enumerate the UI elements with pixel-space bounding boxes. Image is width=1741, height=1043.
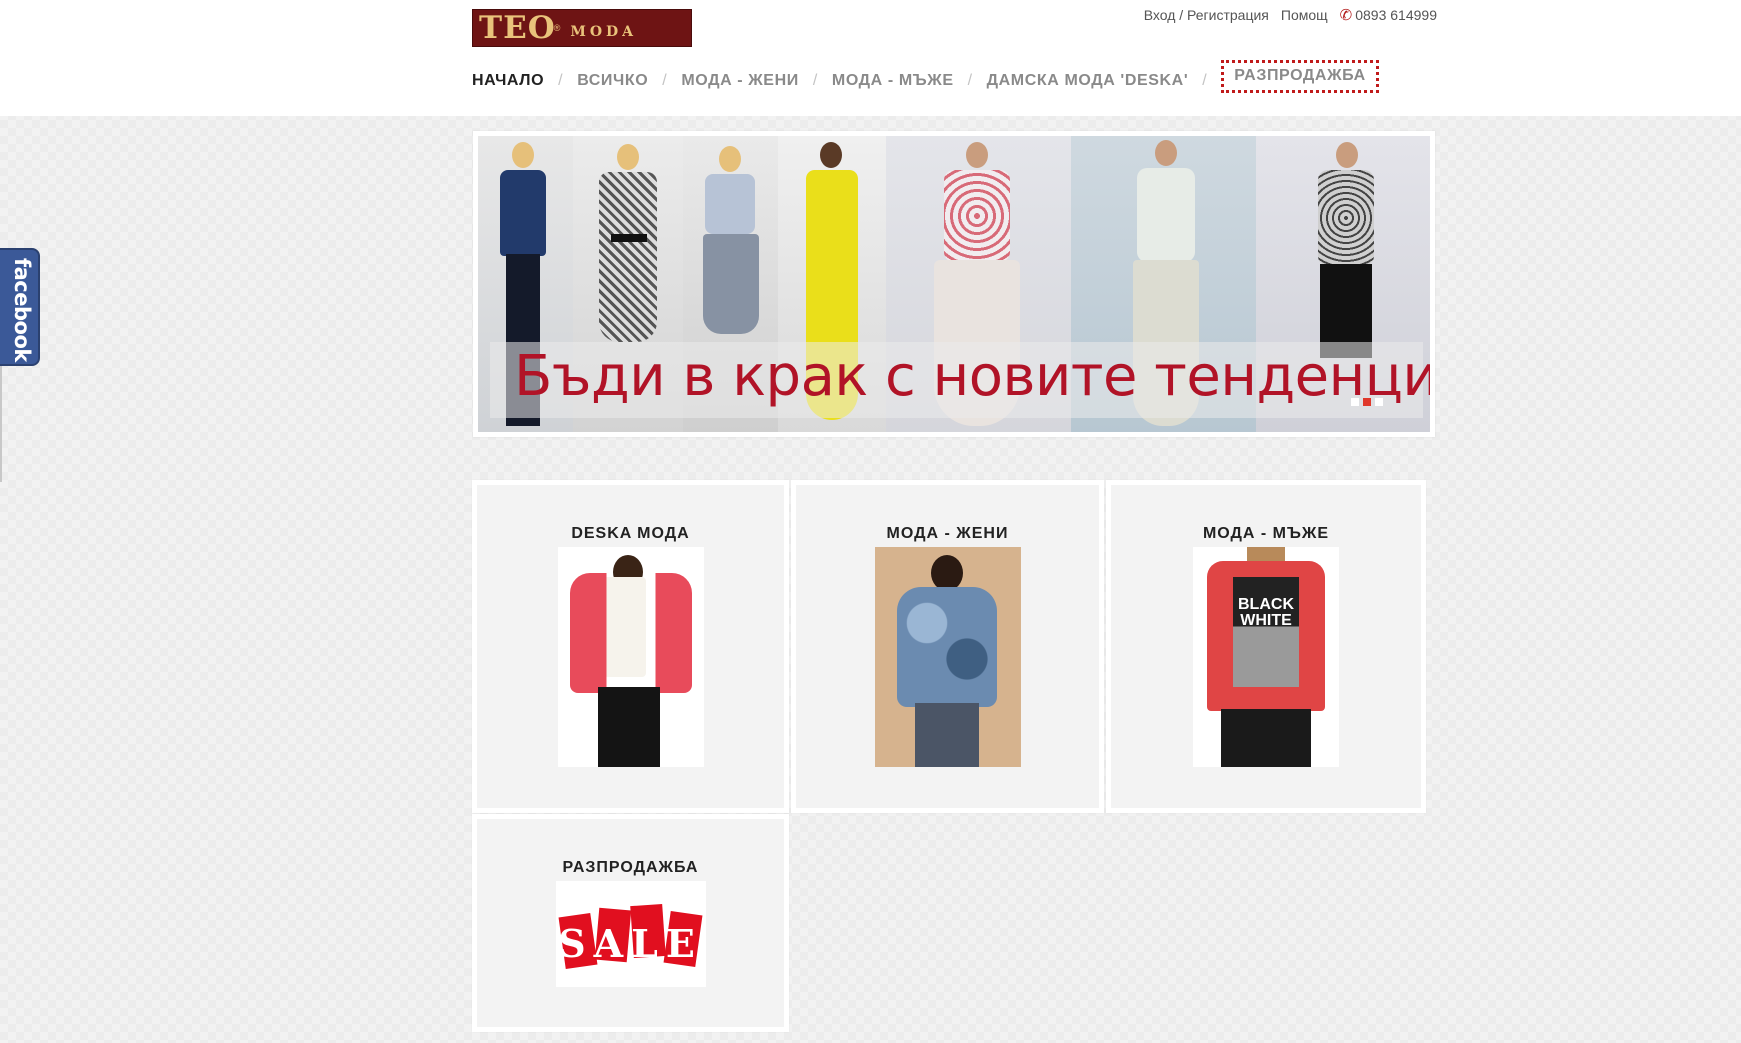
main-nav: НАЧАЛО / ВСИЧКО / МОДА - ЖЕНИ / МОДА - М…: [472, 60, 1379, 93]
tshirt-print-line1: BLACK: [1238, 596, 1294, 613]
nav-separator: /: [558, 71, 564, 89]
category-title: МОДА - МЪЖЕ: [1202, 525, 1330, 542]
slide-dot-active[interactable]: [1363, 398, 1371, 406]
sale-label: SALE: [558, 921, 703, 966]
facebook-tab[interactable]: facebook: [0, 248, 40, 366]
phone-number: 0893 614999: [1355, 7, 1437, 23]
category-card-sale[interactable]: РАЗПРОДАЖБА SALE: [472, 814, 789, 1032]
nav-separator: /: [1202, 71, 1208, 89]
logo-sub-text: MODA: [570, 24, 638, 40]
facebook-label: facebook: [10, 258, 34, 362]
category-image-sale-tags[interactable]: SALE: [555, 881, 706, 987]
site-header: TEO ® MODA Вход / Регистрация Помощ ✆ 08…: [0, 0, 1741, 116]
category-card-men[interactable]: МОДА - МЪЖЕ BLACK WHITE: [1106, 480, 1426, 813]
nav-separator: /: [967, 71, 973, 89]
logo-main-text: TEO: [479, 9, 556, 46]
nav-deska[interactable]: ДАМСКА МОДА 'DESKA': [987, 72, 1189, 90]
nav-sale[interactable]: РАЗПРОДАЖБА: [1221, 60, 1379, 93]
nav-all[interactable]: ВСИЧКО: [577, 72, 648, 90]
nav-separator: /: [812, 71, 818, 89]
help-link[interactable]: Помощ: [1281, 7, 1328, 23]
category-title: DESKA МОДА: [571, 525, 690, 542]
category-card-deska[interactable]: DESKA МОДА: [472, 480, 789, 813]
banner-slide: Бъди в крак с новите тенденци: [478, 136, 1430, 432]
category-card-women[interactable]: МОДА - ЖЕНИ: [791, 480, 1104, 813]
category-image-camo-jacket[interactable]: [874, 547, 1021, 767]
nav-home[interactable]: НАЧАЛО: [472, 72, 544, 90]
login-register-link[interactable]: Вход / Регистрация: [1144, 7, 1269, 23]
phone-icon: ✆: [1339, 7, 1353, 24]
category-title: МОДА - ЖЕНИ: [886, 525, 1009, 542]
slide-dot[interactable]: [1375, 398, 1383, 406]
slide-dot[interactable]: [1351, 398, 1359, 406]
nav-separator: /: [662, 71, 668, 89]
phone-contact[interactable]: ✆ 0893 614999: [1340, 6, 1437, 24]
category-image-red-blazer[interactable]: [557, 547, 704, 767]
tshirt-print-line2: WHITE: [1240, 612, 1292, 629]
top-links: Вход / Регистрация Помощ ✆ 0893 614999: [1144, 6, 1437, 24]
category-image-red-tshirt[interactable]: BLACK WHITE: [1193, 547, 1339, 767]
banner-tagline: Бъди в крак с новите тенденци: [514, 344, 1430, 409]
registered-mark-icon: ®: [553, 23, 561, 33]
hero-banner[interactable]: Бъди в крак с новите тенденци: [473, 131, 1435, 437]
slider-dots: [1351, 398, 1383, 406]
facebook-panel-edge: [0, 366, 2, 482]
site-logo[interactable]: TEO ® MODA: [472, 9, 692, 47]
nav-men[interactable]: МОДА - МЪЖЕ: [832, 72, 954, 90]
nav-women[interactable]: МОДА - ЖЕНИ: [681, 72, 799, 90]
category-title: РАЗПРОДАЖБА: [562, 859, 699, 876]
